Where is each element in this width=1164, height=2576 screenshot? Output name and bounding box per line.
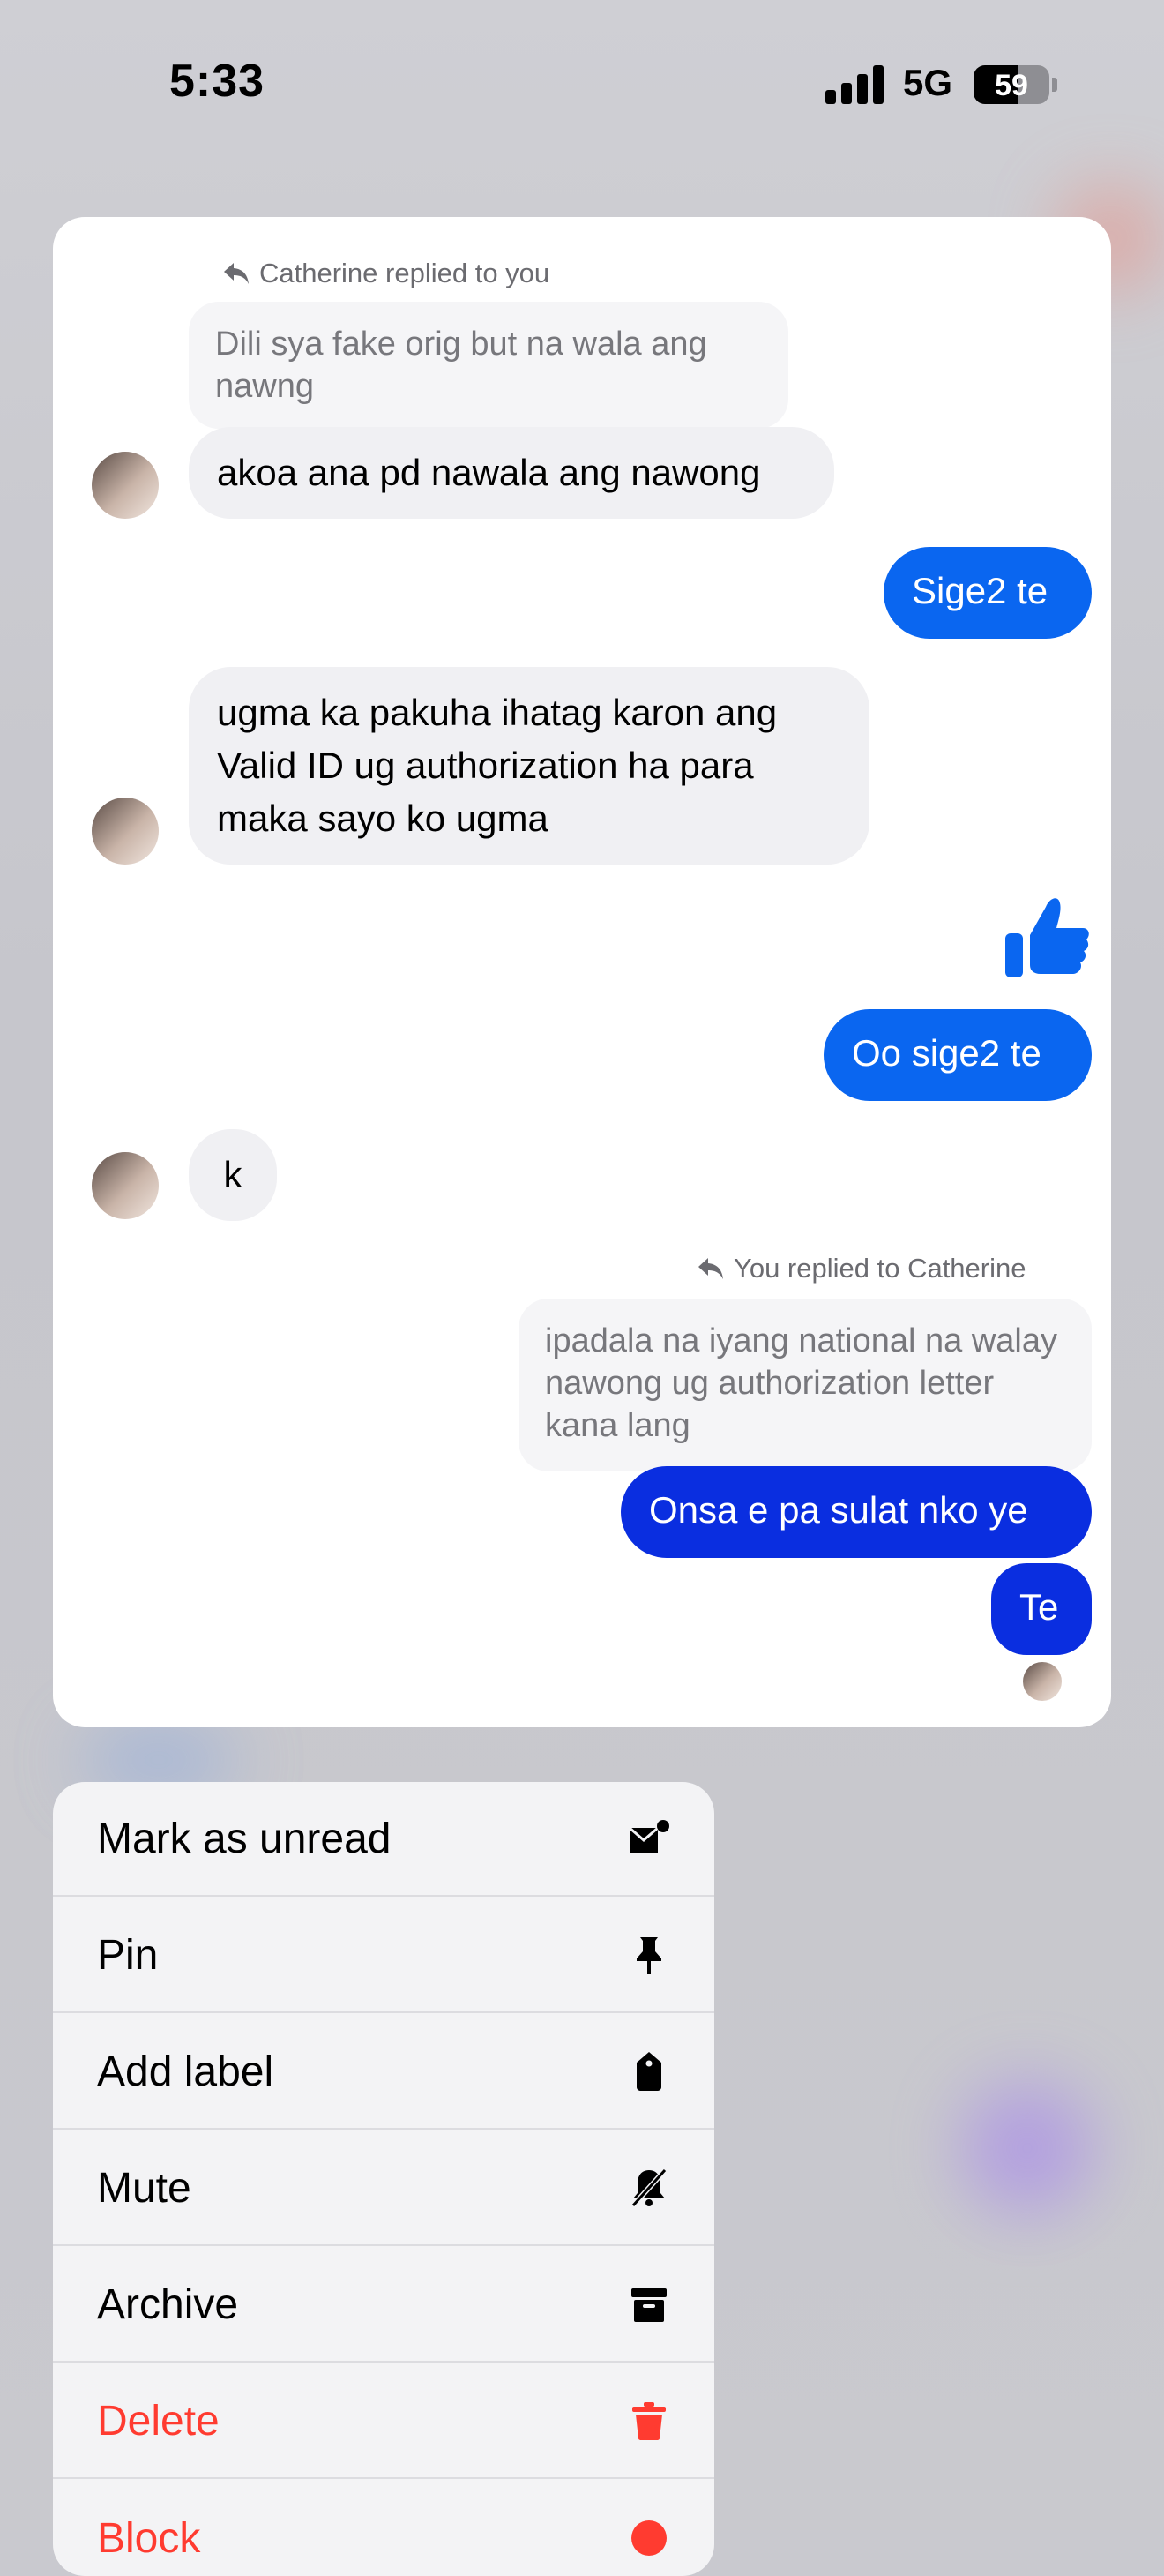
block-icon xyxy=(631,2520,667,2556)
reply-indicator: Catherine replied to you xyxy=(222,258,549,289)
outgoing-message[interactable]: Sige2 te xyxy=(884,547,1092,639)
tag-icon xyxy=(637,2052,661,2091)
reply-arrow-icon xyxy=(224,263,249,284)
trash-icon xyxy=(632,2402,666,2440)
battery-icon: 59 xyxy=(974,65,1049,104)
background-blur-purple xyxy=(961,2082,1093,2214)
read-receipt-avatar xyxy=(1023,1662,1062,1701)
incoming-message[interactable]: ugma ka pakuha ihatag karon ang Valid ID… xyxy=(189,667,869,865)
quoted-message[interactable]: ipadala na iyang national na walay nawon… xyxy=(519,1299,1092,1471)
menu-item-add-label[interactable]: Add label xyxy=(53,2015,714,2130)
avatar[interactable] xyxy=(92,452,159,519)
menu-item-block[interactable]: Block xyxy=(53,2481,714,2576)
menu-item-label: Mark as unread xyxy=(97,1815,392,1862)
reply-arrow-icon xyxy=(698,1258,723,1279)
incoming-message[interactable]: k xyxy=(189,1129,277,1221)
archive-icon xyxy=(631,2288,667,2322)
reply-indicator-text: Catherine replied to you xyxy=(259,258,550,288)
menu-item-label: Delete xyxy=(97,2397,220,2445)
pin-icon xyxy=(637,1937,661,1974)
outgoing-message[interactable]: Te xyxy=(991,1563,1092,1655)
context-menu: Mark as unread Pin Add label Mute Archiv… xyxy=(53,1782,714,2576)
menu-item-label: Add label xyxy=(97,2048,274,2095)
battery-percentage: 59 xyxy=(995,69,1028,102)
incoming-message[interactable]: akoa ana pd nawala ang nawong xyxy=(189,427,834,519)
chat-preview-card[interactable]: Catherine replied to you Dili sya fake o… xyxy=(53,217,1111,1727)
mark-unread-icon xyxy=(629,1820,669,1853)
battery-tip xyxy=(1052,78,1057,92)
menu-item-mark-unread[interactable]: Mark as unread xyxy=(53,1782,714,1897)
menu-item-label: Pin xyxy=(97,1931,159,1979)
quoted-message[interactable]: Dili sya fake orig but na wala ang nawng xyxy=(189,302,788,429)
menu-item-label: Archive xyxy=(97,2280,239,2328)
menu-item-archive[interactable]: Archive xyxy=(53,2248,714,2363)
network-type: 5G xyxy=(903,62,953,103)
menu-item-delete[interactable]: Delete xyxy=(53,2364,714,2479)
status-time: 5:33 xyxy=(169,56,265,107)
menu-item-label: Mute xyxy=(97,2164,191,2212)
cellular-signal-icon xyxy=(825,65,884,104)
avatar[interactable] xyxy=(92,1152,159,1219)
menu-item-pin[interactable]: Pin xyxy=(53,1898,714,2013)
avatar[interactable] xyxy=(92,798,159,865)
thumbs-up-icon[interactable] xyxy=(1005,891,1090,979)
reply-indicator-text: You replied to Catherine xyxy=(734,1253,1026,1284)
menu-item-label: Block xyxy=(97,2514,201,2562)
status-bar: 5:33 5G 59 xyxy=(0,0,1164,176)
bell-slash-icon xyxy=(630,2168,668,2208)
outgoing-message[interactable]: Oo sige2 te xyxy=(824,1009,1092,1101)
reply-indicator: You replied to Catherine xyxy=(697,1253,1026,1284)
outgoing-message[interactable]: Onsa e pa sulat nko ye xyxy=(621,1466,1092,1558)
menu-item-mute[interactable]: Mute xyxy=(53,2131,714,2246)
